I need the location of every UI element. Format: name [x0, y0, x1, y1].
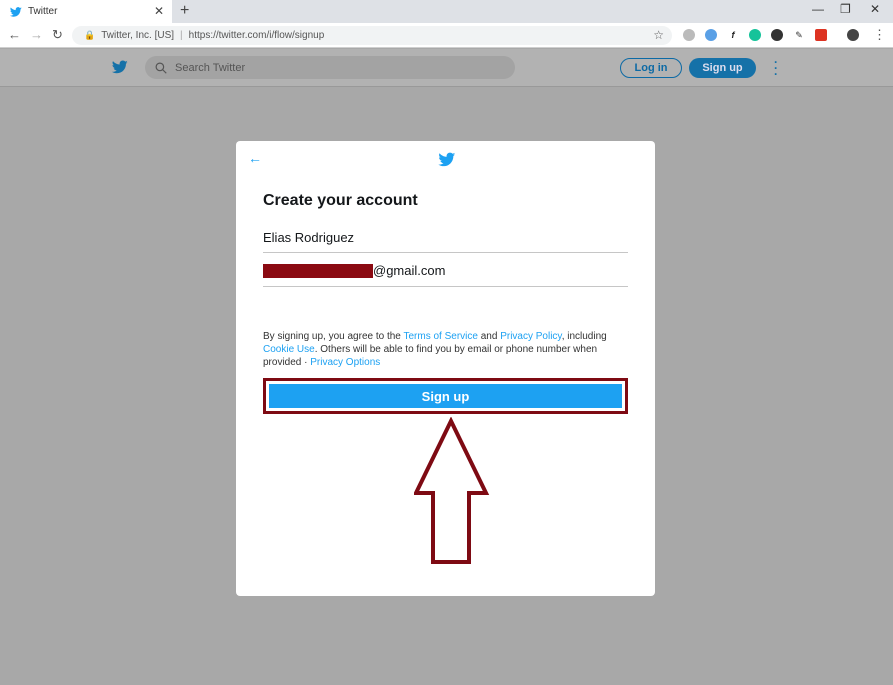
forward-icon[interactable]: → — [30, 27, 43, 43]
back-icon[interactable]: ← — [8, 27, 21, 43]
cookie-use-link[interactable]: Cookie Use — [263, 344, 315, 355]
twitter-header: Log in Sign up ··· — [0, 49, 893, 87]
twitter-logo-icon — [438, 152, 456, 167]
terms-of-service-link[interactable]: Terms of Service — [403, 331, 477, 342]
back-arrow-icon[interactable]: ← — [248, 151, 262, 165]
annotation-highlight-box: Sign up — [263, 378, 628, 414]
url-bar[interactable]: 🔒 Twitter, Inc. [US] | https://twitter.c… — [72, 26, 672, 45]
terms-and: and — [477, 331, 501, 342]
new-tab-icon[interactable]: + — [180, 2, 189, 20]
eyedropper-icon[interactable]: ✎ — [793, 29, 805, 41]
profile-avatar-icon[interactable] — [847, 29, 859, 41]
browser-menu-icon[interactable]: ⋮ — [873, 27, 886, 43]
extension-icon[interactable] — [771, 29, 783, 41]
twitter-bird-icon — [10, 6, 22, 17]
terms-prefix: By signing up, you agree to the — [263, 331, 404, 342]
search-icon — [155, 62, 167, 74]
search-input[interactable] — [175, 61, 475, 74]
name-field[interactable]: Elias Rodriguez — [263, 230, 628, 253]
browser-tab[interactable]: Twitter ✕ — [0, 0, 172, 23]
signup-button[interactable]: Sign up — [269, 384, 622, 408]
page-title: Create your account — [263, 192, 418, 209]
twitter-logo-icon[interactable] — [111, 59, 129, 75]
terms-text: By signing up, you agree to the Terms of… — [263, 330, 633, 369]
login-button[interactable]: Log in — [620, 58, 682, 78]
grammarly-icon[interactable] — [749, 29, 761, 41]
extension-icon[interactable] — [815, 29, 827, 41]
site-identity: Twitter, Inc. [US] — [101, 30, 175, 41]
extension-icon[interactable] — [683, 29, 695, 41]
minimize-icon[interactable]: — — [812, 2, 824, 16]
privacy-policy-link[interactable]: Privacy Policy — [500, 331, 562, 342]
tab-title: Twitter — [28, 6, 58, 17]
lock-icon: 🔒 — [84, 30, 96, 40]
privacy-options-link[interactable]: Privacy Options — [310, 357, 380, 368]
extension-icon[interactable] — [705, 29, 717, 41]
window-close-icon[interactable]: ✕ — [870, 2, 880, 16]
url-text: https://twitter.com/i/flow/signup — [188, 30, 325, 41]
more-options-icon[interactable]: · · · — [774, 56, 778, 80]
browser-toolbar: ← → ↻ 🔒 Twitter, Inc. [US] | https://twi… — [0, 23, 893, 48]
reload-icon[interactable]: ↻ — [52, 27, 63, 43]
browser-tabstrip: Twitter ✕ + — ❐ ✕ — [0, 0, 893, 23]
email-suffix: @gmail.com — [373, 263, 446, 278]
url-separator: | — [180, 30, 183, 41]
header-signup-button[interactable]: Sign up — [689, 58, 756, 78]
signup-modal: ← Create your account Elias Rodriguez @g… — [236, 141, 655, 596]
redaction-box — [263, 264, 373, 278]
annotation-up-arrow-icon — [414, 417, 490, 564]
restore-icon[interactable]: ❐ — [840, 2, 851, 16]
terms-including: , including — [561, 331, 607, 342]
extension-icon[interactable]: f — [727, 29, 739, 41]
bookmark-star-icon[interactable]: ☆ — [653, 28, 664, 42]
search-bar[interactable] — [145, 56, 515, 79]
tab-close-icon[interactable]: ✕ — [154, 5, 164, 17]
email-field[interactable]: @gmail.com — [263, 263, 628, 287]
